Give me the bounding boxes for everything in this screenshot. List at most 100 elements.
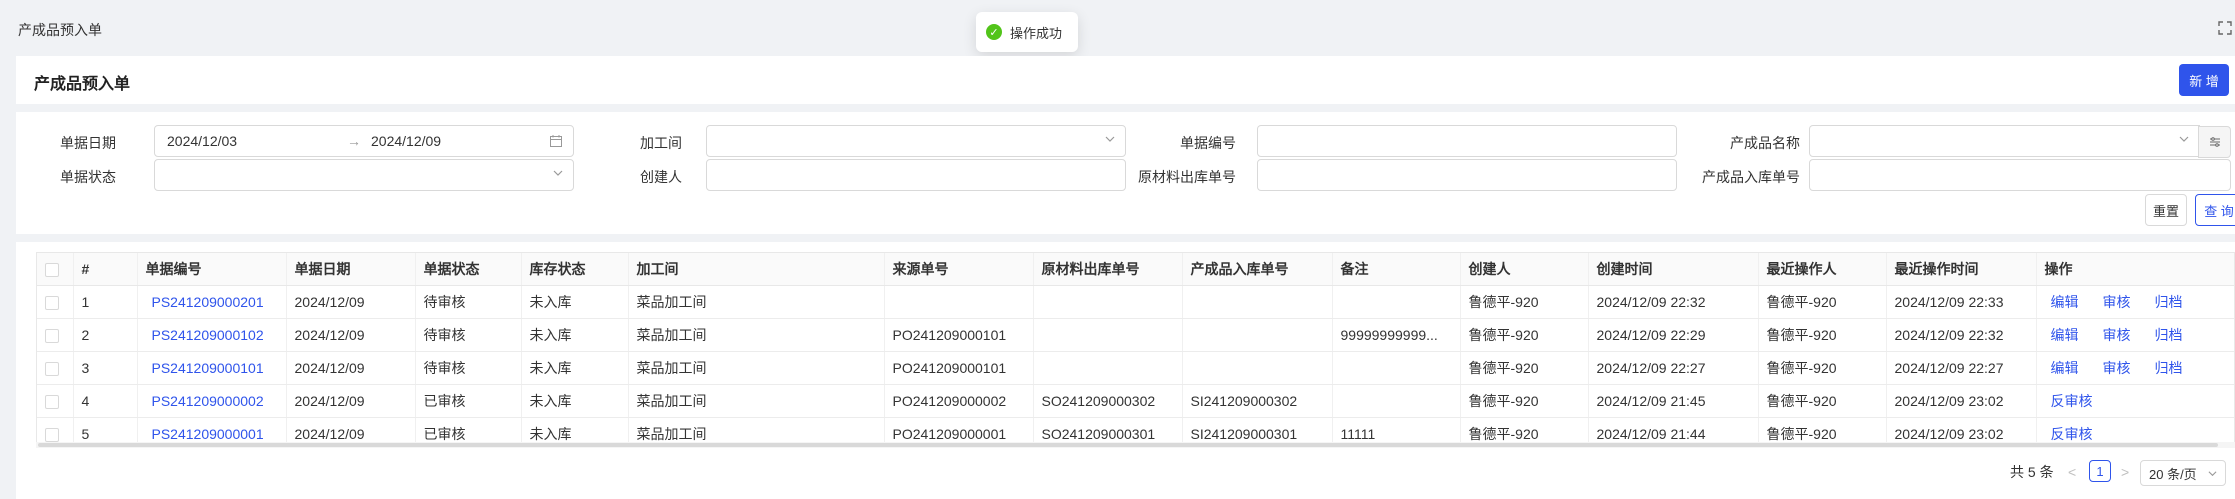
row-select-cell[interactable] <box>37 384 74 418</box>
row-select-cell[interactable] <box>37 318 74 352</box>
stock-status: 未入库 <box>521 384 629 418</box>
action-primary[interactable]: 编辑 <box>2051 327 2079 343</box>
action-primary[interactable]: 编辑 <box>2051 360 2079 376</box>
raw-out-input[interactable] <box>1257 159 1677 191</box>
chevron-down-icon <box>2179 136 2189 142</box>
workshop-cell: 菜品加工间 <box>628 384 885 418</box>
note-cell <box>1332 351 1461 385</box>
column-header: 单据日期 <box>286 253 416 286</box>
workshop-cell: 菜品加工间 <box>628 318 885 352</box>
doc-no-link[interactable]: PS241209000101 <box>137 351 287 385</box>
doc-date: 2024/12/09 <box>286 318 416 352</box>
stock-status: 未入库 <box>521 285 629 319</box>
filter-settings-icon <box>2209 137 2220 147</box>
action-primary[interactable]: 反审核 <box>2051 393 2093 409</box>
date-start[interactable]: 2024/12/03 <box>167 133 237 149</box>
source-no: PO241209000002 <box>884 384 1034 418</box>
action-tertiary[interactable]: 归档 <box>2155 327 2183 343</box>
actions-cell: 编辑 审核 归档 <box>2036 285 2234 319</box>
last-operator: 鲁德平-920 <box>1758 318 1887 352</box>
creator-cell: 鲁德平-920 <box>1460 351 1589 385</box>
horizontal-scrollbar[interactable] <box>36 442 2235 448</box>
row-checkbox[interactable] <box>45 328 59 343</box>
doc-date: 2024/12/09 <box>286 285 416 319</box>
product-name-label: 产成品名称 <box>1730 135 1800 151</box>
pagination-total: 共 5 条 <box>2010 464 2054 480</box>
page-size-select[interactable]: 20 条/页 <box>2140 460 2226 486</box>
note-cell <box>1332 285 1461 319</box>
actions-cell: 编辑 审核 归档 <box>2036 318 2234 352</box>
stock-status: 未入库 <box>521 351 629 385</box>
pagination-page-1[interactable]: 1 <box>2089 460 2111 482</box>
raw-out-no <box>1033 285 1183 319</box>
product-in-no <box>1182 351 1333 385</box>
action-secondary[interactable]: 审核 <box>2103 360 2131 376</box>
row-checkbox[interactable] <box>45 394 59 409</box>
raw-out-no: SO241209000302 <box>1033 384 1183 418</box>
action-primary[interactable]: 编辑 <box>2051 294 2079 310</box>
column-header: 产成品入库单号 <box>1182 253 1333 286</box>
scrollbar-thumb[interactable] <box>38 443 2218 447</box>
reset-button[interactable]: 重置 <box>2145 194 2187 226</box>
doc-status: 待审核 <box>415 285 522 319</box>
top-bar: 产成品预入单 <box>0 0 2235 56</box>
action-secondary[interactable]: 审核 <box>2103 294 2131 310</box>
table-row: 1 PS241209000201 2024/12/09 待审核 未入库 菜品加工间 鲁德平-… <box>37 285 2234 319</box>
doc-status: 待审核 <box>415 318 522 352</box>
action-tertiary[interactable]: 归档 <box>2155 294 2183 310</box>
stock-status: 未入库 <box>521 318 629 352</box>
query-button[interactable]: 查 询 <box>2195 194 2235 226</box>
date-end[interactable]: 2024/12/09 <box>371 133 441 149</box>
table-row: 2 PS241209000102 2024/12/09 待审核 未入库 菜品加工间 PO24… <box>37 318 2234 352</box>
page-size-value: 20 条/页 <box>2149 466 2197 482</box>
select-all-cell[interactable] <box>37 253 74 286</box>
doc-no-input[interactable] <box>1257 125 1677 157</box>
raw-out-no <box>1033 351 1183 385</box>
actions-cell: 反审核 <box>2036 384 2234 418</box>
toast-message: 操作成功 <box>1010 25 1063 41</box>
pagination-prev-button[interactable]: < <box>2068 460 2076 484</box>
row-checkbox[interactable] <box>45 295 59 310</box>
doc-status-label: 单据状态 <box>60 169 116 185</box>
action-secondary[interactable]: 审核 <box>2103 327 2131 343</box>
workshop-cell: 菜品加工间 <box>628 351 885 385</box>
action-tertiary[interactable]: 归档 <box>2155 360 2183 376</box>
chevron-down-icon <box>2208 471 2217 477</box>
row-select-cell[interactable] <box>37 285 74 319</box>
product-name-select[interactable] <box>1809 125 2200 157</box>
doc-no-link[interactable]: PS241209000002 <box>137 384 287 418</box>
doc-no-link[interactable]: PS241209000102 <box>137 318 287 352</box>
product-in-input[interactable] <box>1809 159 2231 191</box>
select-all-checkbox[interactable] <box>45 262 59 277</box>
date-arrow-icon: → <box>347 133 361 149</box>
source-no: PO241209000101 <box>884 351 1034 385</box>
last-op-time: 2024/12/09 22:33 <box>1886 285 2037 319</box>
page-breadcrumb-title: 产成品预入单 <box>18 22 102 38</box>
row-checkbox[interactable] <box>45 361 59 376</box>
add-button[interactable]: 新 增 <box>2179 64 2229 96</box>
product-in-no <box>1182 285 1333 319</box>
actions-cell: 编辑 审核 归档 <box>2036 351 2234 385</box>
raw-out-no <box>1033 318 1183 352</box>
workshop-select[interactable] <box>706 125 1126 157</box>
creator-input[interactable] <box>706 159 1126 191</box>
creator-label: 创建人 <box>640 169 682 185</box>
workshop-label: 加工间 <box>640 135 682 151</box>
created-time: 2024/12/09 22:29 <box>1588 318 1759 352</box>
created-time: 2024/12/09 21:45 <box>1588 384 1759 418</box>
doc-status-select[interactable] <box>154 159 574 191</box>
row-index: 3 <box>73 351 138 385</box>
date-range-picker[interactable]: 2024/12/03 → 2024/12/09 <box>154 125 574 157</box>
created-time: 2024/12/09 22:27 <box>1588 351 1759 385</box>
action-primary[interactable]: 反审核 <box>2051 426 2093 442</box>
row-checkbox[interactable] <box>45 427 59 442</box>
column-header: 操作 <box>2036 253 2234 286</box>
pagination-next-button[interactable]: > <box>2121 460 2129 484</box>
fullscreen-icon[interactable] <box>2217 20 2233 36</box>
row-select-cell[interactable] <box>37 351 74 385</box>
column-header: 最近操作时间 <box>1886 253 2037 286</box>
doc-no-label: 单据编号 <box>1180 135 1236 151</box>
product-selector-button[interactable] <box>2198 126 2231 158</box>
last-operator: 鲁德平-920 <box>1758 351 1887 385</box>
doc-no-link[interactable]: PS241209000201 <box>137 285 287 319</box>
